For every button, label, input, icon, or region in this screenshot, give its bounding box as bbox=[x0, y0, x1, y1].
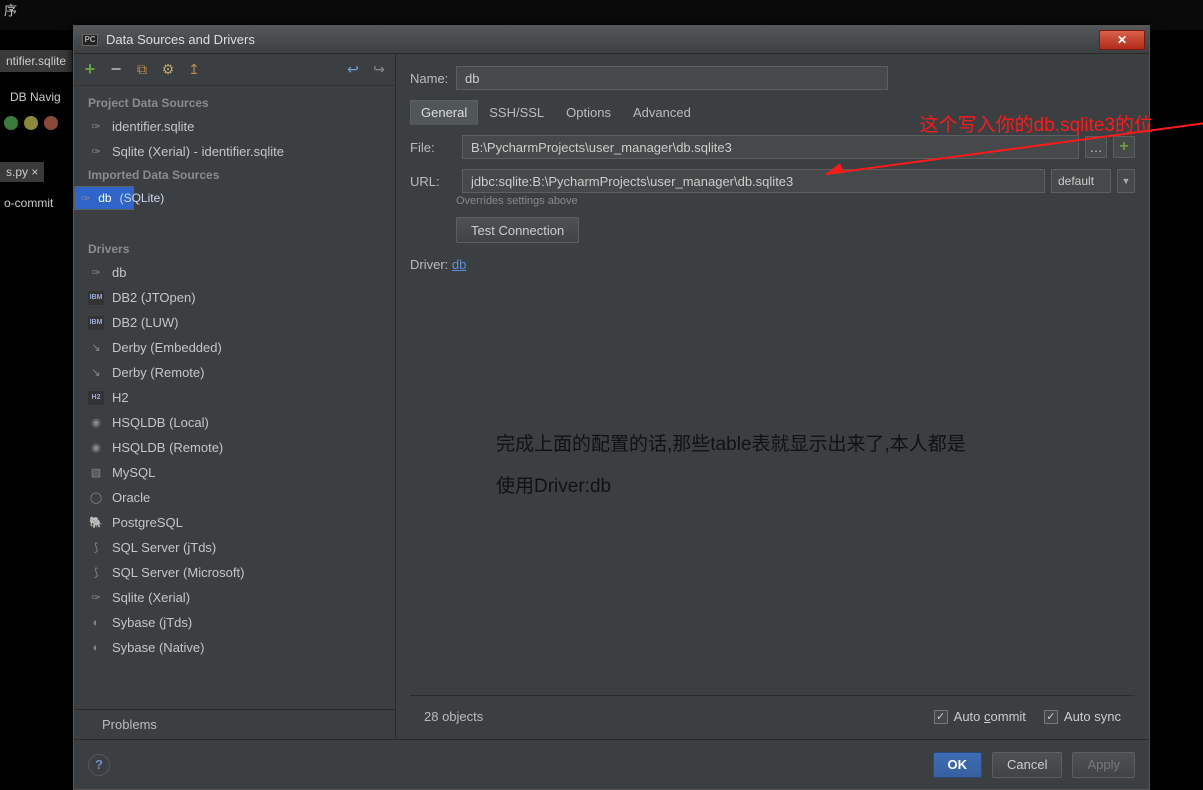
checkbox-icon: ✓ bbox=[934, 710, 948, 724]
browse-file-button[interactable]: … bbox=[1085, 136, 1107, 158]
project-item-0[interactable]: ✑ identifier.sqlite bbox=[74, 114, 395, 139]
tab-advanced[interactable]: Advanced bbox=[622, 100, 702, 125]
add-icon[interactable]: + bbox=[82, 62, 98, 78]
tree-label: DB2 (JTOpen) bbox=[112, 290, 196, 305]
annotation-text-2: 完成上面的配置的话,那些table表就显示出来了,本人都是使用Driver:db bbox=[496, 424, 966, 508]
settings-icon[interactable]: ⚙ bbox=[160, 62, 176, 78]
add-file-button[interactable]: + bbox=[1113, 136, 1135, 158]
section-drivers: Drivers bbox=[74, 238, 395, 260]
url-row: URL: default ▼ bbox=[410, 169, 1135, 193]
driver-item-2[interactable]: IBM DB2 (LUW) bbox=[74, 310, 395, 335]
tree-label: identifier.sqlite bbox=[112, 119, 194, 134]
file-label: File: bbox=[410, 140, 456, 155]
driver-label: Driver: bbox=[410, 257, 448, 272]
url-mode-select[interactable]: default bbox=[1051, 169, 1111, 193]
button-bar: ? OK Cancel Apply bbox=[74, 739, 1149, 789]
app-icon: PC bbox=[82, 34, 98, 46]
annotation-text-1: 这个写入你的db.sqlite3的位 bbox=[920, 110, 1153, 137]
tree-label: HSQLDB (Local) bbox=[112, 415, 209, 430]
url-label: URL: bbox=[410, 174, 456, 189]
object-count: 28 objects bbox=[424, 709, 483, 724]
footer-bar: 28 objects ✓ Auto commit ✓ Auto sync bbox=[410, 695, 1135, 731]
copy-icon[interactable]: ⧉ bbox=[134, 62, 150, 78]
right-panel: Name: GeneralSSH/SSLOptionsAdvanced File… bbox=[396, 54, 1149, 739]
tree-label: db bbox=[98, 191, 111, 205]
bg-auto-commit: o-commit bbox=[0, 192, 57, 214]
project-item-1[interactable]: ✑ Sqlite (Xerial) - identifier.sqlite bbox=[74, 139, 395, 164]
dropdown-arrow-icon[interactable]: ▼ bbox=[1117, 169, 1135, 193]
data-source-tree: Project Data Sources ✑ identifier.sqlite… bbox=[74, 86, 395, 709]
tab-options[interactable]: Options bbox=[555, 100, 622, 125]
driver-item-1[interactable]: IBM DB2 (JTOpen) bbox=[74, 285, 395, 310]
import-icon[interactable]: ↥ bbox=[186, 62, 202, 78]
apply-button[interactable]: Apply bbox=[1072, 752, 1135, 778]
auto-commit-checkbox[interactable]: ✓ Auto commit bbox=[934, 709, 1026, 724]
tab-general[interactable]: General bbox=[410, 100, 478, 125]
test-connection-button[interactable]: Test Connection bbox=[456, 217, 579, 243]
imported-item-0[interactable]: ✑ db (SQLite) bbox=[74, 186, 134, 210]
driver-item-14[interactable]: ◐ Sybase (jTds) bbox=[74, 610, 395, 635]
name-row: Name: bbox=[410, 66, 1135, 90]
tree-label: DB2 (LUW) bbox=[112, 315, 178, 330]
tree-label: PostgreSQL bbox=[112, 515, 183, 530]
dialog-title: Data Sources and Drivers bbox=[106, 32, 1099, 47]
section-project: Project Data Sources bbox=[74, 92, 395, 114]
driver-item-6[interactable]: ◉ HSQLDB (Local) bbox=[74, 410, 395, 435]
bg-toolbar bbox=[0, 112, 62, 134]
driver-item-15[interactable]: ◐ Sybase (Native) bbox=[74, 635, 395, 660]
tree-label: HSQLDB (Remote) bbox=[112, 440, 223, 455]
driver-item-5[interactable]: H2 H2 bbox=[74, 385, 395, 410]
collapse-right-icon[interactable]: ↪ bbox=[371, 62, 387, 78]
tree-label: SQL Server (jTds) bbox=[112, 540, 216, 555]
driver-item-3[interactable]: ↘ Derby (Embedded) bbox=[74, 335, 395, 360]
left-panel: + − ⧉ ⚙ ↥ ↩ ↪ Project Data Sources ✑ ide… bbox=[74, 54, 396, 739]
driver-item-11[interactable]: ⟆ SQL Server (jTds) bbox=[74, 535, 395, 560]
driver-item-4[interactable]: ↘ Derby (Remote) bbox=[74, 360, 395, 385]
close-button[interactable]: ✕ bbox=[1099, 30, 1145, 50]
section-imported: Imported Data Sources bbox=[74, 164, 395, 186]
name-label: Name: bbox=[410, 71, 456, 86]
tree-label: Oracle bbox=[112, 490, 150, 505]
driver-item-9[interactable]: ◯ Oracle bbox=[74, 485, 395, 510]
name-input[interactable] bbox=[456, 66, 888, 90]
tree-label: Sqlite (Xerial) bbox=[112, 590, 190, 605]
file-row: File: … + bbox=[410, 135, 1135, 159]
tree-label: H2 bbox=[112, 390, 129, 405]
url-input[interactable] bbox=[462, 169, 1045, 193]
left-toolbar: + − ⧉ ⚙ ↥ ↩ ↪ bbox=[74, 54, 395, 86]
tree-label: Derby (Remote) bbox=[112, 365, 204, 380]
driver-row: Driver: db bbox=[410, 257, 1135, 272]
data-sources-dialog: PC Data Sources and Drivers ✕ + − ⧉ ⚙ ↥ … bbox=[73, 25, 1150, 790]
help-button[interactable]: ? bbox=[88, 754, 110, 776]
auto-sync-checkbox[interactable]: ✓ Auto sync bbox=[1044, 709, 1121, 724]
tree-label: SQL Server (Microsoft) bbox=[112, 565, 244, 580]
tree-label: Derby (Embedded) bbox=[112, 340, 222, 355]
tree-label: Sybase (Native) bbox=[112, 640, 204, 655]
tree-label: Sybase (jTds) bbox=[112, 615, 192, 630]
driver-item-7[interactable]: ◉ HSQLDB (Remote) bbox=[74, 435, 395, 460]
tree-label: MySQL bbox=[112, 465, 155, 480]
tree-label: Sqlite (Xerial) - identifier.sqlite bbox=[112, 144, 284, 159]
driver-item-12[interactable]: ⟆ SQL Server (Microsoft) bbox=[74, 560, 395, 585]
driver-item-8[interactable]: ▧ MySQL bbox=[74, 460, 395, 485]
bg-db-navigator: DB Navig bbox=[0, 86, 71, 108]
collapse-left-icon[interactable]: ↩ bbox=[345, 62, 361, 78]
remove-icon[interactable]: − bbox=[108, 62, 124, 78]
tree-label: db bbox=[112, 265, 126, 280]
driver-link[interactable]: db bbox=[452, 257, 466, 272]
bg-tab-sqlite: ntifier.sqlite bbox=[0, 50, 73, 72]
tree-suffix: (SQLite) bbox=[120, 191, 165, 205]
problems-link[interactable]: Problems bbox=[74, 709, 395, 739]
overrides-note: Overrides settings above bbox=[456, 195, 1135, 207]
file-input[interactable] bbox=[462, 135, 1079, 159]
cancel-button[interactable]: Cancel bbox=[992, 752, 1062, 778]
tab-sshssl[interactable]: SSH/SSL bbox=[478, 100, 555, 125]
driver-item-13[interactable]: ✑ Sqlite (Xerial) bbox=[74, 585, 395, 610]
driver-item-0[interactable]: ✑ db bbox=[74, 260, 395, 285]
driver-item-10[interactable]: 🐘 PostgreSQL bbox=[74, 510, 395, 535]
checkbox-icon: ✓ bbox=[1044, 710, 1058, 724]
bg-editor-tab: s.py × bbox=[0, 162, 44, 182]
ok-button[interactable]: OK bbox=[933, 752, 983, 778]
titlebar[interactable]: PC Data Sources and Drivers ✕ bbox=[74, 26, 1149, 54]
